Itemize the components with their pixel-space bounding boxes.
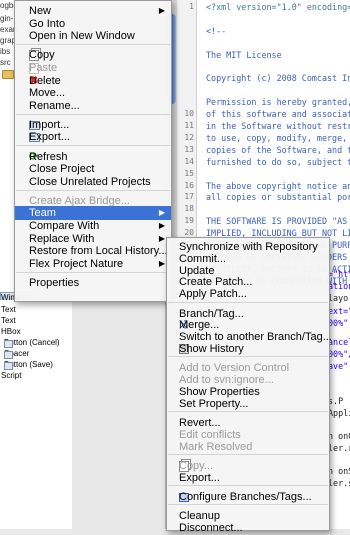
line-number: 11: [184, 121, 194, 130]
menu-separator: [16, 189, 170, 191]
submenu-arrow-icon: ▶: [158, 258, 165, 268]
outline-panel: Text Text HBox Button (Cancel) Spacer Bu…: [0, 300, 72, 529]
tree-fragment[interactable]: gin-: [0, 14, 13, 23]
code-line: Copyright (c) 2008 Comcast Inter: [206, 73, 350, 84]
button-icon: [4, 362, 13, 370]
code-fragment: n onC: [328, 431, 350, 441]
menu-item-properties[interactable]: Properties: [15, 276, 171, 290]
menu-item-close-unrelated-projects[interactable]: Close Unrelated Projects: [15, 175, 171, 189]
menu-item-label: Mark Resolved: [179, 440, 253, 453]
code-fragment: ave": [328, 361, 349, 371]
outline-item[interactable]: Button (Save): [4, 360, 53, 370]
code-fragment: ation": [328, 281, 350, 291]
code-line: furnished to do so, subject to t: [206, 156, 350, 167]
line-number: 13: [184, 144, 194, 154]
menu-item-open-in-new-window[interactable]: Open in New Window: [15, 29, 171, 43]
menu-item-disconnect[interactable]: Disconnect...: [167, 521, 329, 535]
button-icon: [4, 340, 13, 348]
folder-icon: [2, 70, 14, 79]
menu-separator: [168, 356, 328, 358]
line-number: 1: [189, 2, 194, 11]
code-line: <?xml version="1.0" encoding="ut: [206, 2, 350, 12]
code-fragment: ext=": [328, 306, 350, 316]
menu-item-label: Flex Project Nature: [29, 257, 124, 270]
menu-item-label: Configure Branches/Tags...: [179, 490, 312, 503]
code-line: Permission is hereby granted, fr: [206, 97, 350, 108]
menu-separator: [168, 485, 328, 487]
code-line: copies of the Software, and to p: [206, 144, 350, 155]
menu-separator: [16, 271, 170, 273]
menu-separator: [16, 113, 170, 115]
menu-item-rename[interactable]: Rename...: [15, 99, 171, 113]
menu-item-label: Disconnect...: [179, 522, 243, 534]
line-number: 14: [184, 156, 194, 166]
menu-item-export[interactable]: Export...: [15, 130, 171, 144]
menu-item-label: Rename...: [29, 99, 80, 112]
menu-separator: [168, 454, 328, 456]
spacer-icon: [4, 351, 13, 359]
menu-item-label: Export...: [179, 471, 220, 484]
menu-item-label: Close Unrelated Projects: [29, 175, 151, 188]
outline-item[interactable]: Button (Cancel): [4, 338, 60, 348]
line-number: 10: [184, 109, 194, 119]
menu-separator: [16, 44, 170, 46]
menu-separator: [168, 504, 328, 506]
menu-item-set-property[interactable]: Set Property...: [167, 397, 329, 411]
code-fragment: ler.sen: [328, 478, 350, 488]
menu-item-label: Export...: [29, 131, 70, 144]
line-number: 16: [184, 180, 194, 190]
team-submenu: Synchronize with Repository Commit... Upda…: [166, 237, 332, 534]
menu-item-apply-patch[interactable]: Apply Patch...: [167, 287, 329, 301]
line-number: 17: [184, 192, 194, 202]
menu-item-show-history[interactable]: Show History: [167, 342, 329, 356]
code-line: all copies or substantial portio: [206, 192, 350, 203]
code-line: to use, copy, modify, merge, pub: [206, 132, 350, 143]
outline-item[interactable]: Text: [1, 316, 16, 325]
code-fragment: layo: [328, 293, 349, 303]
line-number: 19: [184, 216, 194, 226]
code-line: THE SOFTWARE IS PROVIDED "AS IS": [206, 216, 350, 227]
menu-separator: [168, 301, 328, 303]
menu-item-label: Open in New Window: [29, 30, 135, 43]
code-line: <!--: [206, 25, 227, 36]
tree-fragment[interactable]: ibs: [0, 47, 10, 56]
code-line: The MIT License: [206, 49, 282, 60]
code-fragment: 00%"/: [328, 349, 350, 359]
menu-separator: [168, 411, 328, 413]
code-fragment: Appli: [328, 408, 350, 418]
code-line: of this software and associated: [206, 109, 350, 120]
code-fragment: s.P: [328, 396, 344, 406]
menu-separator: [16, 145, 170, 147]
code-fragment: 00%" i: [328, 318, 350, 328]
code-line: The above copyright notice and t: [206, 180, 350, 191]
line-number: 15: [184, 168, 194, 178]
menu-item-flex-project-nature[interactable]: Flex Project Nature ▶: [15, 257, 171, 271]
menu-item-mark-resolved: Mark Resolved: [167, 440, 329, 454]
code-fragment: n onS: [328, 466, 350, 476]
outline-item[interactable]: Script: [1, 371, 21, 380]
menu-item-label: Properties: [29, 276, 80, 289]
outline-item[interactable]: Text: [1, 305, 16, 314]
menu-item-label: Set Property...: [179, 397, 249, 410]
menu-item-label: Apply Patch...: [179, 288, 247, 301]
menu-item-configure-branches-tags[interactable]: Configure Branches/Tags...: [167, 490, 329, 504]
outline-item[interactable]: Spacer: [4, 349, 29, 359]
code-line: in the Software without restric: [206, 121, 350, 131]
menu-item-label: Show History: [179, 342, 244, 355]
line-number: 20: [184, 228, 194, 238]
tree-fragment[interactable]: src: [0, 58, 11, 67]
line-number: 12: [184, 132, 194, 142]
code-fragment: ="http:/: [328, 269, 350, 279]
menu-item-export[interactable]: Export...: [167, 471, 329, 485]
outline-item[interactable]: HBox: [1, 327, 21, 336]
context-menu: New ▶ Go Into Open in New Window Copy Paste ✖ D…: [14, 0, 172, 302]
code-fragment: ler.rem: [328, 443, 350, 453]
line-number: 18: [184, 204, 194, 214]
